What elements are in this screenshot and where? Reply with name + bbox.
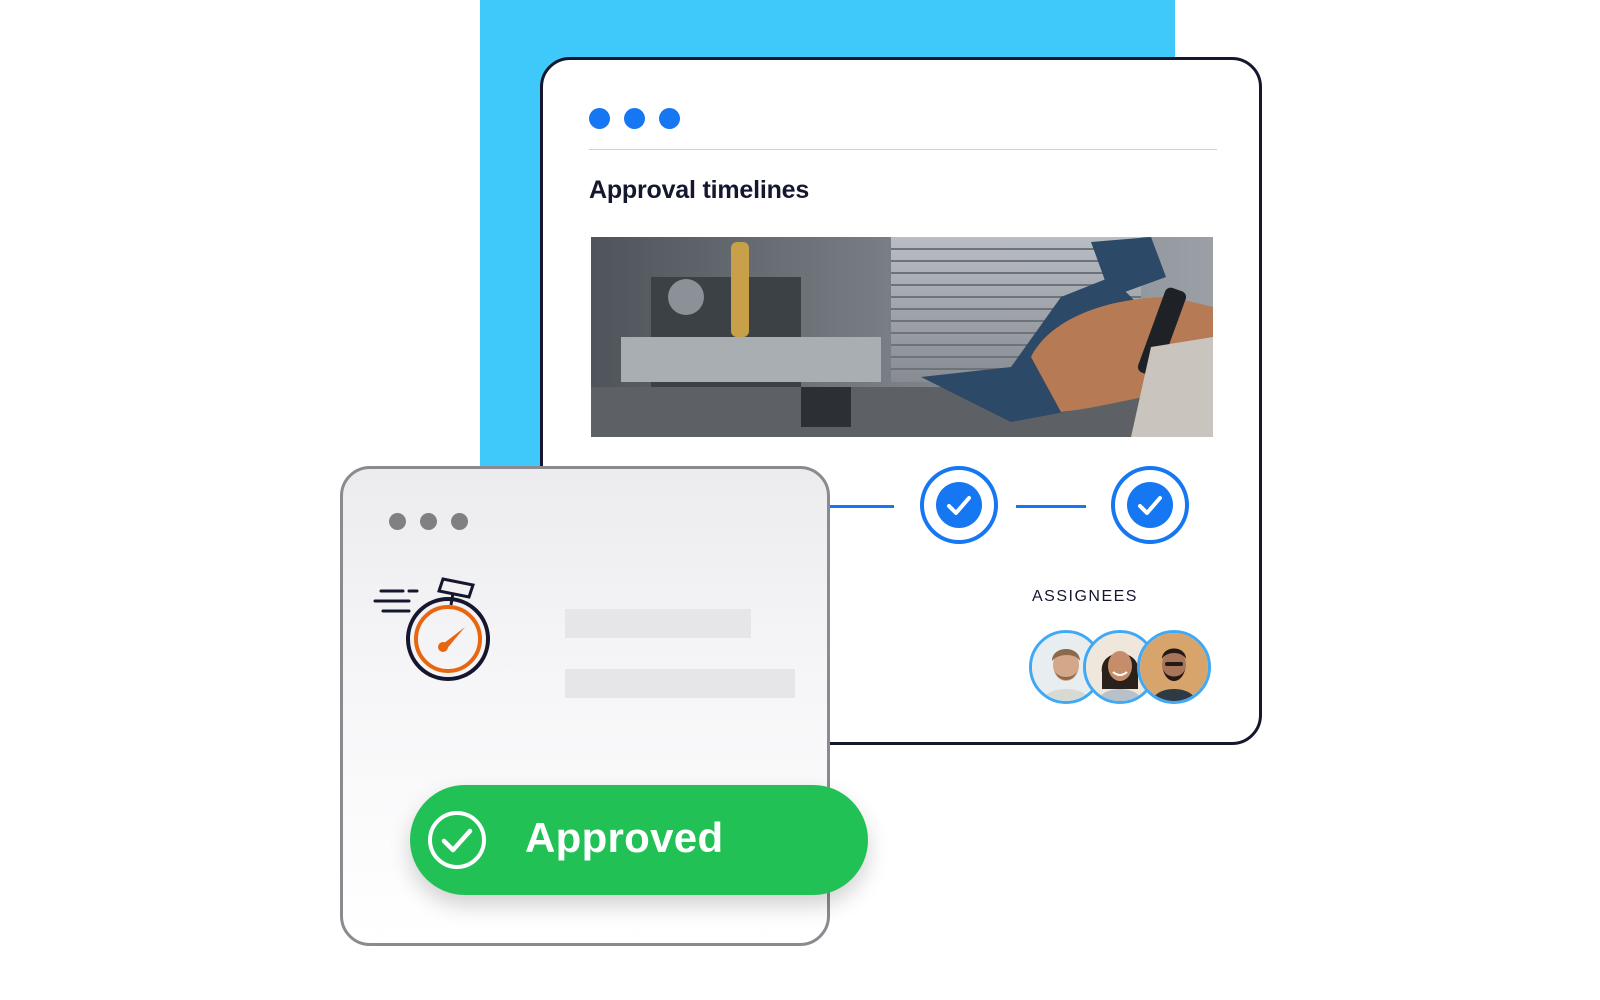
page-title: Approval timelines: [589, 176, 810, 204]
window-control-dot[interactable]: [624, 108, 645, 129]
check-icon: [1138, 496, 1162, 515]
window-control-dot[interactable]: [451, 513, 468, 530]
window-control-dot[interactable]: [589, 108, 610, 129]
window-control-dot[interactable]: [420, 513, 437, 530]
check-icon: [947, 496, 971, 515]
timeline-step-completed[interactable]: [1111, 466, 1189, 544]
timeline-connector: [1016, 505, 1086, 508]
header-divider: [589, 149, 1217, 150]
avatar[interactable]: [1137, 630, 1211, 704]
timeline-step-completed[interactable]: [920, 466, 998, 544]
window-control-dot[interactable]: [389, 513, 406, 530]
window-controls: [589, 108, 680, 129]
approved-label: Approved: [525, 814, 724, 861]
window-controls: [389, 513, 468, 530]
assignee-avatars: [1029, 630, 1219, 710]
placeholder-line: [565, 609, 751, 638]
assignees-label: ASSIGNEES: [1032, 588, 1138, 605]
hvac-repair-photo: [591, 237, 1213, 437]
placeholder-line: [565, 669, 795, 698]
check-circle-icon: [426, 809, 488, 876]
window-control-dot[interactable]: [659, 108, 680, 129]
stopwatch-icon: [373, 569, 498, 694]
approved-status-badge[interactable]: Approved: [410, 785, 868, 895]
photo-icon: [591, 237, 1213, 437]
